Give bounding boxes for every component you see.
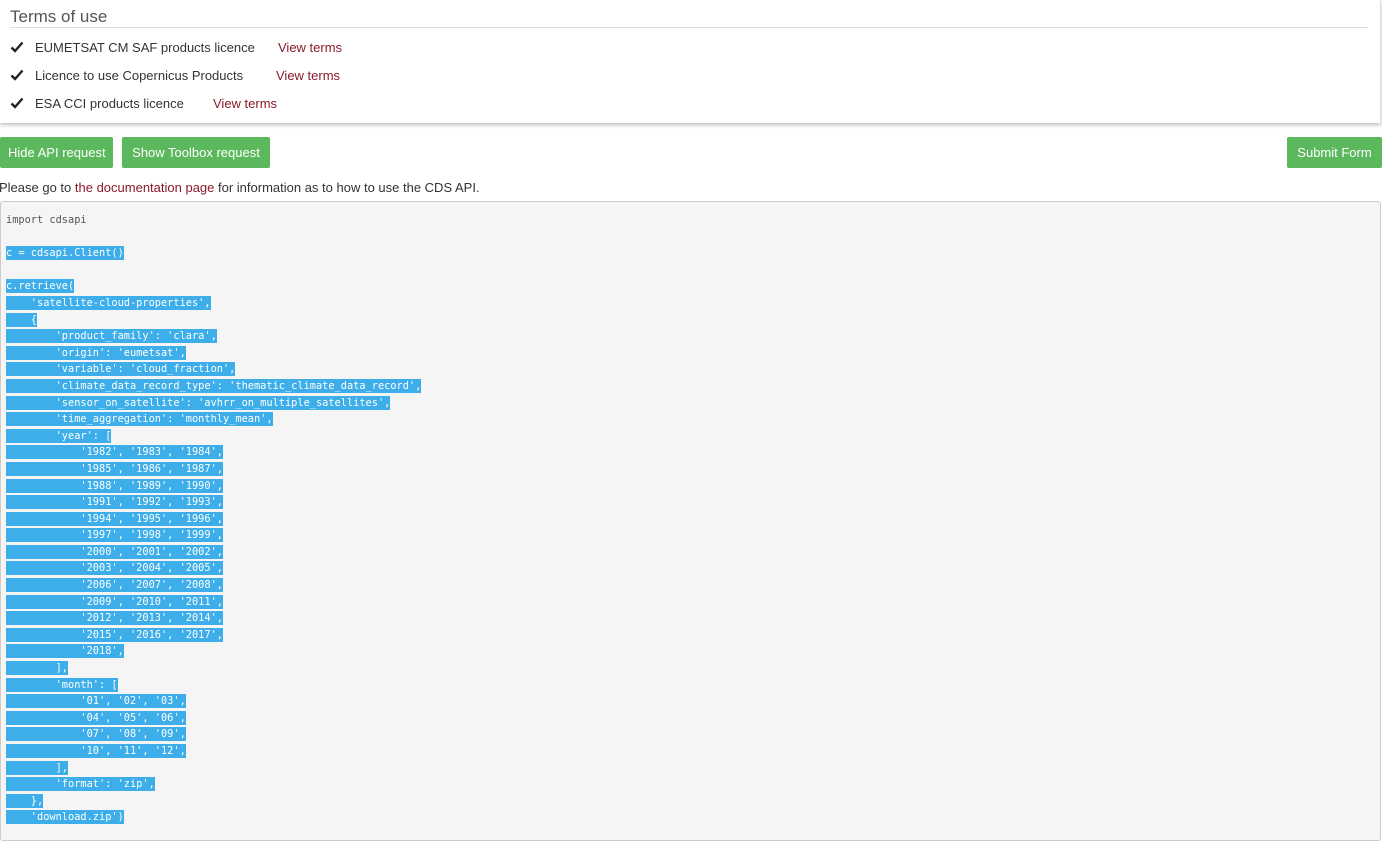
code-line: 'time_aggregation': 'monthly_mean', xyxy=(6,411,421,428)
code-line-text: '1994', '1995', '1996', xyxy=(6,511,223,526)
terms-divider xyxy=(10,27,1368,28)
terms-title: Terms of use xyxy=(10,7,108,26)
code-line-text: '2009', '2010', '2011', xyxy=(6,594,223,609)
code-line: c.retrieve( xyxy=(6,278,421,295)
code-line: '1988', '1989', '1990', xyxy=(6,478,421,495)
view-terms-link[interactable]: View terms xyxy=(278,40,342,55)
licence-name: EUMETSAT CM SAF products licence xyxy=(35,39,255,55)
code-line: 'origin': 'eumetsat', xyxy=(6,345,421,362)
code-line: }, xyxy=(6,793,421,810)
licence-row: Licence to use Copernicus Products View … xyxy=(10,65,340,85)
code-line-text: 'format': 'zip', xyxy=(6,777,155,792)
code-line-text: 'sensor_on_satellite': 'avhrr_on_multipl… xyxy=(6,395,391,410)
code-line: 'satellite-cloud-properties', xyxy=(6,295,421,312)
code-line: '04', '05', '06', xyxy=(6,710,421,727)
code-line-text: '07', '08', '09', xyxy=(6,727,186,742)
code-line-text: c = cdsapi.Client() xyxy=(6,246,124,261)
code-line-text: '01', '02', '03', xyxy=(6,694,186,709)
code-line-text: '10', '11', '12', xyxy=(6,744,186,758)
code-line: { xyxy=(6,312,421,329)
hide-api-request-button[interactable]: Hide API request xyxy=(0,137,113,168)
doc-note-prefix: Please go to xyxy=(0,180,75,195)
code-line: c = cdsapi.Client() xyxy=(6,245,421,262)
code-line: '2003', '2004', '2005', xyxy=(6,560,421,577)
view-terms-link[interactable]: View terms xyxy=(276,68,340,83)
code-line: '2015', '2016', '2017', xyxy=(6,627,421,644)
code-line: 'format': 'zip', xyxy=(6,776,421,793)
code-line-text: '1988', '1989', '1990', xyxy=(6,478,223,493)
code-lines: import cdsapi c = cdsapi.Client() c.retrie… xyxy=(6,212,422,826)
code-line: '1991', '1992', '1993', xyxy=(6,494,421,511)
code-line-text: '04', '05', '06', xyxy=(6,710,186,725)
code-line: 'year': [ xyxy=(6,428,421,445)
code-line: '1985', '1986', '1987', xyxy=(6,461,421,478)
code-line: import cdsapi xyxy=(6,212,421,229)
code-line-text: 'year': [ xyxy=(6,428,112,443)
code-line-text: 'time_aggregation': 'monthly_mean', xyxy=(6,412,273,427)
code-line: '2000', '2001', '2002', xyxy=(6,544,421,561)
code-line: '07', '08', '09', xyxy=(6,726,421,743)
code-line: 'sensor_on_satellite': 'avhrr_on_multipl… xyxy=(6,395,421,412)
code-line: '2009', '2010', '2011', xyxy=(6,594,421,611)
code-line-text: ], xyxy=(6,760,68,775)
code-line-text: ], xyxy=(6,661,68,676)
code-line: '2012', '2013', '2014', xyxy=(6,610,421,627)
show-toolbox-request-button[interactable]: Show Toolbox request xyxy=(122,137,270,168)
code-line-text: '2000', '2001', '2002', xyxy=(6,544,223,559)
licence-row: ESA CCI products licence View terms xyxy=(10,93,277,113)
code-line-text: '1991', '1992', '1993', xyxy=(6,495,223,510)
code-line: 'climate_data_record_type': 'thematic_cl… xyxy=(6,378,422,395)
view-terms-link[interactable]: View terms xyxy=(213,96,277,111)
check-icon xyxy=(10,41,24,53)
doc-note-suffix: for information as to how to use the CDS… xyxy=(214,180,480,195)
code-line-text: 'origin': 'eumetsat', xyxy=(6,345,186,360)
code-line-text: import cdsapi xyxy=(6,214,87,226)
licence-name: Licence to use Copernicus Products xyxy=(35,67,244,83)
check-icon xyxy=(10,69,24,81)
code-line-text: '2003', '2004', '2005', xyxy=(6,561,223,576)
code-line: '01', '02', '03', xyxy=(6,693,421,710)
code-line: '1997', '1998', '1999', xyxy=(6,527,421,544)
code-line-text: '2006', '2007', '2008', xyxy=(6,578,223,593)
code-line: '2018', xyxy=(6,643,421,660)
code-line-text: 'product_family': 'clara', xyxy=(6,329,217,344)
code-line: 'download.zip') xyxy=(6,809,421,826)
code-line-text: 'variable': 'cloud_fraction', xyxy=(6,362,236,377)
code-line: '1994', '1995', '1996', xyxy=(6,511,421,528)
code-line: '2006', '2007', '2008', xyxy=(6,577,421,594)
code-line-text: '1985', '1986', '1987', xyxy=(6,461,223,476)
licence-row: EUMETSAT CM SAF products licence View te… xyxy=(10,37,342,57)
code-line-text: c.retrieve( xyxy=(6,279,75,294)
code-line-text: }, xyxy=(6,793,44,808)
code-line-text: 'download.zip') xyxy=(6,810,124,825)
code-line-text: 'climate_data_record_type': 'thematic_cl… xyxy=(6,378,422,393)
submit-form-button[interactable]: Submit Form xyxy=(1287,137,1382,168)
terms-of-use-panel: Terms of use EUMETSAT CM SAF products li… xyxy=(0,0,1381,123)
code-line: 'product_family': 'clara', xyxy=(6,328,421,345)
documentation-note: Please go to the documentation page for … xyxy=(0,180,480,195)
documentation-link[interactable]: the documentation page xyxy=(75,180,215,195)
code-line: '1982', '1983', '1984', xyxy=(6,444,421,461)
code-line-text: 'month': [ xyxy=(6,677,118,692)
code-line: '10', '11', '12', xyxy=(6,743,421,760)
code-line-text: '2015', '2016', '2017', xyxy=(6,627,223,642)
code-line: 'variable': 'cloud_fraction', xyxy=(6,361,421,378)
code-line-text: '2018', xyxy=(6,644,124,659)
code-line-text: '1997', '1998', '1999', xyxy=(6,528,223,543)
code-line: 'month': [ xyxy=(6,677,421,694)
licence-name: ESA CCI products licence xyxy=(35,95,184,111)
code-line-text: 'satellite-cloud-properties', xyxy=(6,295,211,310)
code-line: ], xyxy=(6,760,421,777)
api-request-code-block[interactable]: import cdsapi c = cdsapi.Client() c.retrie… xyxy=(0,201,1381,841)
code-line-text: '2012', '2013', '2014', xyxy=(6,611,223,626)
code-line-text: '1982', '1983', '1984', xyxy=(6,445,223,460)
code-line: ], xyxy=(6,660,421,677)
check-icon xyxy=(10,97,24,109)
code-line-text: { xyxy=(6,312,37,327)
